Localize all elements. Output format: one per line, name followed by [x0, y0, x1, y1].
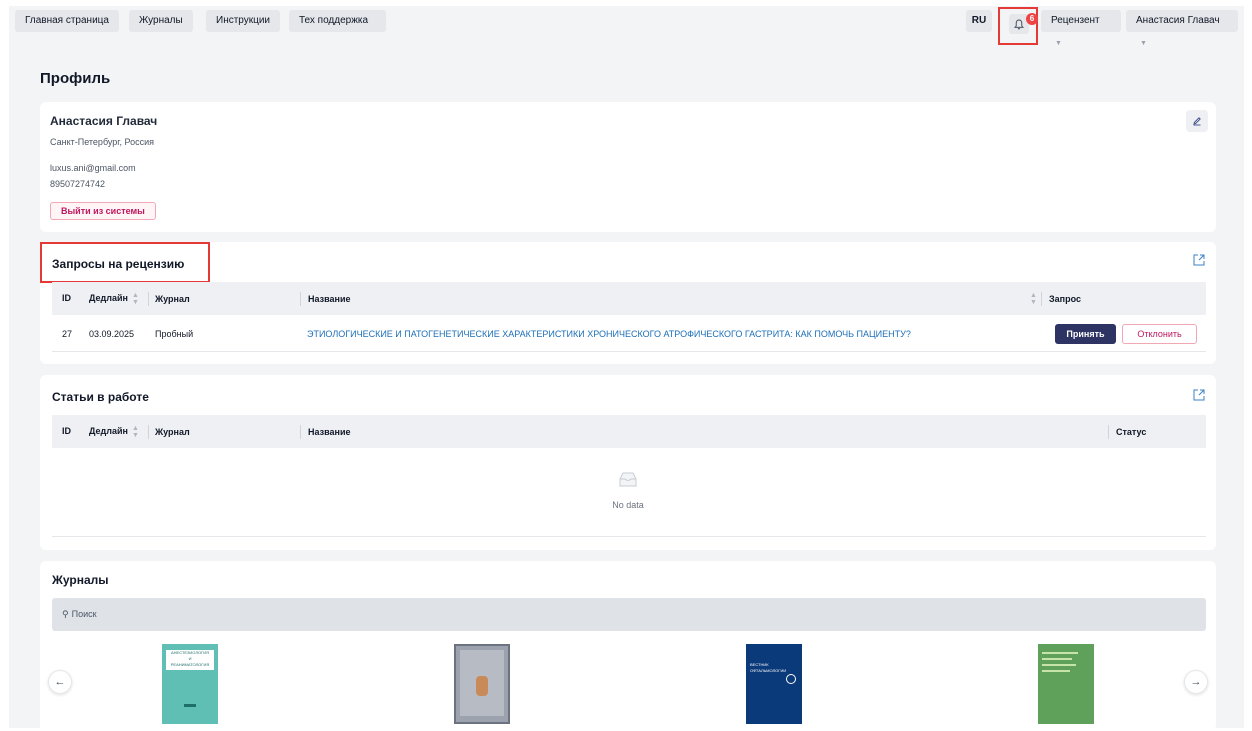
role-dropdown[interactable]: Рецензент ▼ [1041, 10, 1121, 47]
sort-icon[interactable]: ▲ ▼ [132, 425, 139, 439]
carousel-next-button[interactable]: → [1184, 670, 1208, 694]
cover-label: ОФТАЛЬМОЛОГИИ [750, 668, 787, 673]
cover-decoration [786, 674, 796, 684]
column-header-journal: Журнал [148, 425, 190, 439]
column-header-deadline[interactable]: Дедлайн ▲ ▼ [89, 415, 139, 448]
profile-name: Анастасия Главач [50, 114, 158, 128]
window-frame-right [1244, 0, 1252, 731]
review-requests-card: Запросы на рецензию ID Дедлайн ▲ ▼ Журнал … [40, 242, 1216, 364]
profile-card: Анастасия Главач Санкт-Петербург, Россия… [40, 102, 1216, 232]
reject-button[interactable]: Отклонить [1122, 324, 1197, 344]
profile-phone: 89507274742 [50, 179, 106, 189]
nav-journals-button[interactable]: Журналы [129, 10, 193, 32]
chevron-down-icon: ▼ [1140, 40, 1147, 47]
search-placeholder: Поиск [71, 609, 97, 619]
notifications-button[interactable]: 6 [1009, 13, 1038, 34]
sort-icon[interactable]: ▲ ▼ [132, 292, 139, 306]
carousel-prev-button[interactable]: ← [48, 670, 72, 694]
page-title: Профиль [40, 70, 111, 87]
chevron-down-icon: ▼ [1055, 40, 1062, 47]
accept-button[interactable]: Принять [1055, 324, 1116, 344]
edit-profile-button[interactable] [1186, 110, 1208, 132]
pencil-icon [1193, 117, 1201, 126]
window-frame-left [0, 0, 9, 731]
search-icon: ⚲ [62, 609, 69, 619]
language-selector[interactable]: RU [966, 10, 992, 32]
arrow-right-icon: → [1190, 676, 1202, 688]
cover-decoration [184, 704, 196, 707]
article-title-link[interactable]: ЭТИОЛОГИЧЕСКИЕ И ПАТОГЕНЕТИЧЕСКИЕ ХАРАКТ… [307, 316, 911, 352]
empty-inbox-icon [619, 472, 637, 487]
column-header-label: Дедлайн [89, 293, 128, 303]
nav-instructions-button[interactable]: Инструкции [206, 10, 281, 32]
profile-location: Санкт-Петербург, Россия [50, 137, 155, 147]
column-header-name: Название [300, 425, 350, 439]
table-bottom-divider [52, 536, 1206, 537]
window-frame-top [0, 0, 1252, 6]
user-dropdown[interactable]: Анастасия Главач ▼ [1126, 10, 1238, 47]
journal-cover-anesthesiology[interactable]: АНЕСТЕЗИОЛОГИЯ И РЕАНИМАТОЛОГИЯ [162, 644, 218, 724]
column-header-name: Название [300, 292, 350, 306]
cell-journal: Пробный [155, 329, 194, 339]
sort-icon[interactable]: ▲ ▼ [1030, 292, 1037, 306]
user-label: Анастасия Главач [1136, 15, 1220, 26]
table-row: 27 03.09.2025 Пробный ЭТИОЛОГИЧЕСКИЕ И П… [52, 316, 1206, 352]
column-header-label: Дедлайн [89, 426, 128, 436]
notification-count-badge: 6 [1026, 13, 1038, 25]
cover-decoration [1042, 670, 1070, 672]
review-requests-title: Запросы на рецензию [52, 257, 185, 271]
cover-decoration [1042, 652, 1078, 654]
journal-cover-green[interactable] [1038, 644, 1094, 724]
nav-support-button[interactable]: Тех поддержка [289, 10, 386, 32]
journals-card: Журналы ⚲ Поиск ← → АНЕСТЕЗИОЛОГИЯ И РЕАН… [40, 561, 1216, 731]
column-header-journal: Журнал [148, 292, 190, 306]
cell-id: 27 [62, 329, 73, 339]
column-header-name-sort[interactable]: ▲ ▼ [1026, 282, 1037, 315]
articles-table-header: ID Дедлайн ▲ ▼ Журнал Название Статус [52, 415, 1206, 448]
bell-icon [1014, 19, 1024, 29]
cover-decoration [476, 676, 488, 696]
logout-button[interactable]: Выйти из системы [50, 202, 156, 220]
cover-label: РЕАНИМАТОЛОГИЯ [170, 662, 210, 667]
open-external-icon[interactable] [1192, 388, 1206, 402]
cover-decoration [1042, 658, 1072, 660]
cover-label: ВЕСТНИК [750, 662, 769, 667]
cell-deadline: 03.09.2025 [89, 329, 135, 339]
open-external-icon[interactable] [1192, 253, 1206, 267]
nav-home-button[interactable]: Главная страница [15, 10, 119, 32]
journals-title: Журналы [52, 573, 109, 587]
notification-highlight-box: 6 [998, 7, 1038, 45]
top-navigation: Главная страница Журналы Инструкции Тех … [15, 7, 1238, 47]
role-label: Рецензент [1051, 15, 1100, 26]
column-header-status: Статус [1108, 425, 1146, 439]
arrow-left-icon: ← [54, 676, 66, 688]
articles-title: Статьи в работе [52, 390, 149, 404]
column-header-id: ID [62, 426, 71, 436]
review-requests-table-header: ID Дедлайн ▲ ▼ Журнал Название ▲ ▼ Запрос [52, 282, 1206, 315]
column-header-id: ID [62, 293, 71, 303]
journal-search-input[interactable]: ⚲ Поиск [52, 598, 1206, 631]
empty-state-text: No data [612, 500, 644, 510]
journal-cover-ophthalmology[interactable]: ВЕСТНИК ОФТАЛЬМОЛОГИИ [746, 644, 802, 724]
column-header-deadline[interactable]: Дедлайн ▲ ▼ [89, 282, 139, 315]
profile-email: luxus.ani@gmail.com [50, 163, 136, 173]
column-header-request: Запрос [1041, 292, 1081, 306]
cover-decoration [1042, 664, 1076, 666]
cover-header: АНЕСТЕЗИОЛОГИЯ И РЕАНИМАТОЛОГИЯ [166, 650, 214, 670]
journal-cover-gray[interactable] [454, 644, 510, 724]
articles-in-progress-card: Статьи в работе ID Дедлайн ▲ ▼ Журнал Назв… [40, 375, 1216, 550]
